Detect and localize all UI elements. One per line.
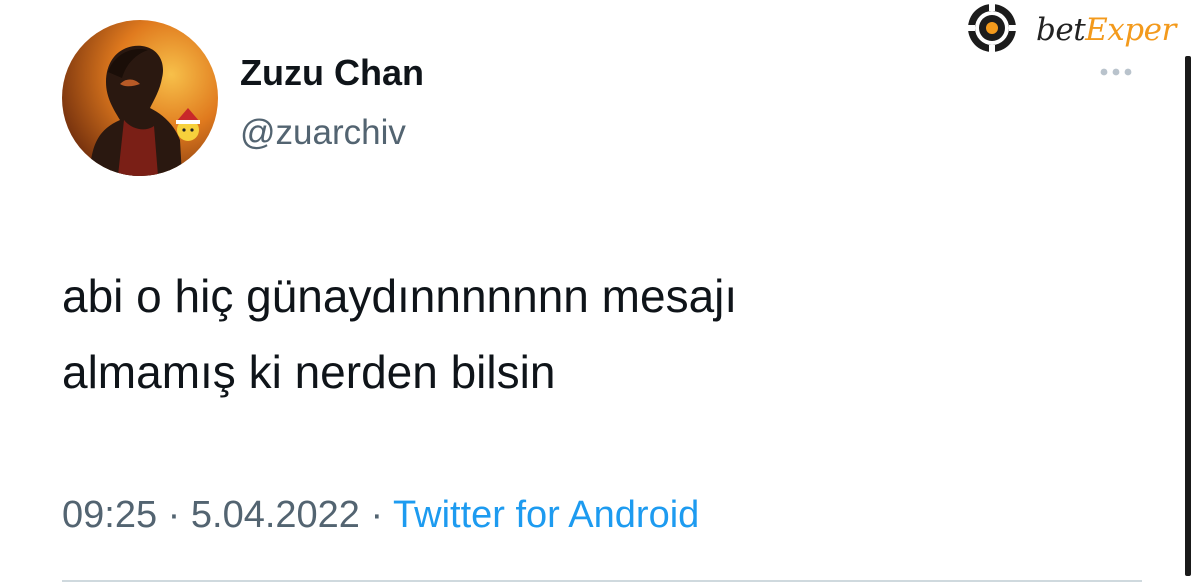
tweet-text: abi o hiç günaydınnnnnnn mesajı almamış … — [62, 258, 1062, 410]
more-options-button[interactable] — [1096, 62, 1136, 82]
more-dots-icon — [1100, 68, 1132, 76]
avatar[interactable] — [62, 20, 218, 176]
meta-separator: · — [157, 494, 191, 536]
tweet-metadata: 09:25 · 5.04.2022 · Twitter for Android — [62, 490, 699, 540]
tweet-time[interactable]: 09:25 — [62, 494, 157, 536]
user-handle[interactable]: @zuarchiv — [240, 112, 406, 154]
display-name[interactable]: Zuzu Chan — [240, 52, 424, 94]
tweet-text-line: almamış ki nerden bilsin — [62, 346, 556, 398]
poker-chip-icon — [968, 4, 1016, 52]
tweet-date[interactable]: 5.04.2022 — [191, 494, 360, 536]
tweet-source-link[interactable]: Twitter for Android — [393, 494, 699, 536]
avatar-image — [62, 20, 218, 176]
meta-separator: · — [359, 494, 394, 536]
scrollbar[interactable] — [1185, 56, 1191, 576]
betexper-watermark: betExper — [962, 2, 1200, 54]
brand-prefix: bet — [1036, 12, 1086, 48]
tweet-text-line: abi o hiç günaydınnnnnnn mesajı — [62, 270, 738, 322]
brand-logo-text: betExper — [1036, 12, 1176, 48]
tweet-card: Zuzu Chan @zuarchiv betExper abi o hiç g… — [0, 0, 1200, 586]
brand-accent: Exper — [1085, 12, 1176, 48]
divider — [62, 580, 1142, 582]
